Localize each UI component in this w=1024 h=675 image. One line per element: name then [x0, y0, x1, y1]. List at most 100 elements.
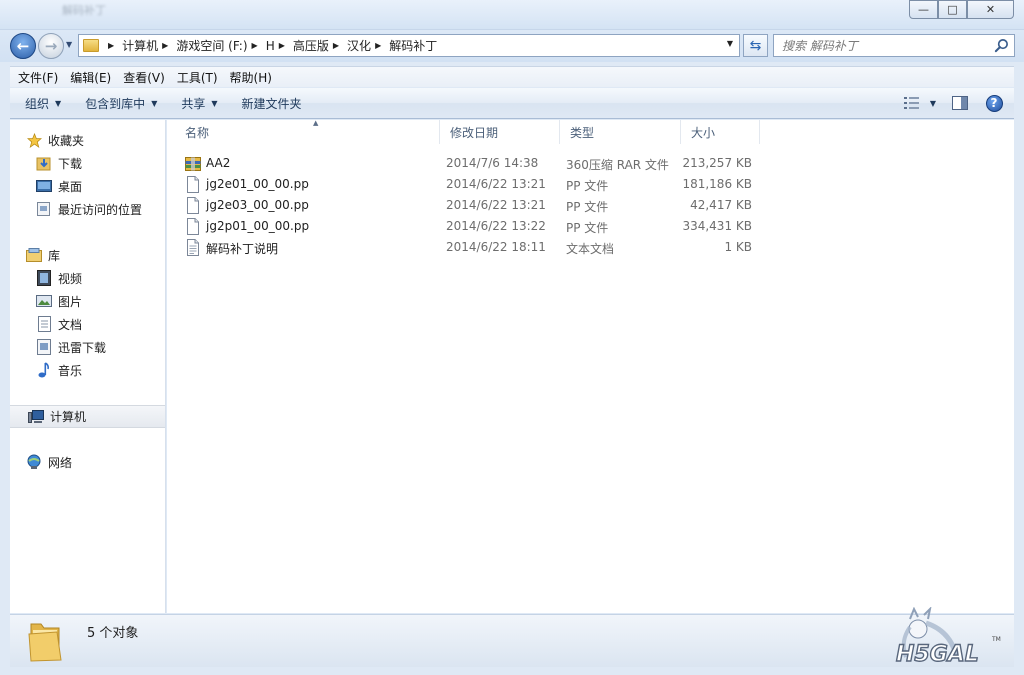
organize-button[interactable]: 组织 ▼: [16, 91, 70, 115]
chevron-down-icon: ▼: [929, 98, 937, 108]
include-in-library-button[interactable]: 包含到库中 ▼: [76, 91, 166, 115]
minimize-button[interactable]: —: [909, 0, 938, 19]
computer-icon: [28, 409, 44, 425]
menu-file[interactable]: 文件(F): [12, 69, 64, 86]
nav-libraries[interactable]: 库: [26, 245, 60, 265]
file-size: 181,186 KB: [682, 177, 752, 191]
nav-favorites[interactable]: 收藏夹: [26, 130, 84, 150]
h5gal-logo: H5GAL TM: [895, 607, 1001, 667]
file-row[interactable]: jg2e01_00_00.pp 2014/6/22 13:21 PP 文件 18…: [179, 174, 759, 195]
folder-icon: [28, 623, 62, 662]
file-size: 1 KB: [724, 240, 752, 254]
nav-documents-label: 文档: [58, 317, 83, 332]
file-type: PP 文件: [566, 221, 609, 235]
breadcrumb-drive[interactable]: 游戏空间 (F:): [176, 37, 247, 54]
column-header-size[interactable]: 大小: [681, 120, 760, 144]
file-row[interactable]: jg2e03_00_00.pp 2014/6/22 13:21 PP 文件 42…: [179, 195, 759, 216]
picture-icon: [36, 293, 52, 309]
svg-text:TM: TM: [991, 636, 1001, 643]
breadcrumb-h[interactable]: H: [266, 39, 275, 53]
refresh-icon: ⇆: [749, 37, 762, 54]
folder-icon: [83, 39, 99, 52]
search-icon[interactable]: [994, 38, 1009, 53]
new-folder-button[interactable]: 新建文件夹: [233, 91, 311, 115]
file-modified: 2014/6/22 13:21: [446, 198, 546, 212]
nav-recent-places[interactable]: 最近访问的位置: [36, 199, 142, 219]
help-icon: ?: [985, 94, 1003, 112]
file-row[interactable]: jg2p01_00_00.pp 2014/6/22 13:22 PP 文件 33…: [179, 216, 759, 237]
file-modified: 2014/6/22 13:21: [446, 177, 546, 191]
column-name-label: 名称: [185, 125, 210, 140]
chevron-right-icon[interactable]: ▶: [333, 41, 339, 50]
file-type: PP 文件: [566, 179, 609, 193]
toolbar-right: ▼ ?: [894, 91, 1008, 115]
share-button[interactable]: 共享 ▼: [172, 91, 226, 115]
file-row[interactable]: AA2 2014/7/6 14:38 360压缩 RAR 文件 213,257 …: [179, 153, 759, 174]
breadcrumb-high-pressure[interactable]: 高压版: [293, 37, 329, 54]
column-type-label: 类型: [570, 125, 595, 140]
recent-pages-dropdown[interactable]: ▼: [66, 40, 72, 49]
file-icon: [187, 218, 199, 235]
nav-pictures[interactable]: 图片: [36, 291, 82, 311]
search-input[interactable]: [782, 38, 982, 53]
breadcrumb-localization[interactable]: 汉化: [347, 37, 371, 54]
maximize-button[interactable]: □: [938, 0, 967, 19]
title-bar: 解码补丁 — □ ✕: [0, 0, 1024, 30]
menu-view[interactable]: 查看(V): [117, 69, 171, 86]
file-size: 42,417 KB: [690, 198, 752, 212]
back-button[interactable]: ←: [10, 33, 36, 59]
music-note-icon: [36, 362, 52, 378]
file-name: AA2: [206, 156, 231, 170]
nav-computer[interactable]: 计算机: [10, 405, 165, 428]
nav-pictures-label: 图片: [58, 294, 83, 309]
nav-videos[interactable]: 视频: [36, 268, 82, 288]
nav-documents[interactable]: 文档: [36, 314, 82, 334]
video-icon: [36, 270, 52, 286]
forward-button[interactable]: →: [38, 33, 64, 59]
nav-thunder-downloads-label: 迅雷下载: [58, 340, 107, 355]
recent-places-icon: [36, 201, 52, 217]
help-button[interactable]: ?: [980, 91, 1008, 115]
item-count: 5 个对象: [87, 626, 139, 641]
menu-tools[interactable]: 工具(T): [171, 69, 224, 86]
column-header-modified[interactable]: 修改日期: [440, 120, 560, 144]
file-icon: [187, 197, 199, 214]
nav-desktop[interactable]: 桌面: [36, 176, 82, 196]
column-header-name[interactable]: 名称 ▲: [175, 119, 440, 144]
share-label: 共享: [181, 96, 206, 111]
chevron-down-icon: ▼: [211, 98, 218, 108]
address-dropdown-icon[interactable]: ▼: [727, 39, 733, 48]
close-button[interactable]: ✕: [967, 0, 1014, 19]
chevron-right-icon[interactable]: ▶: [108, 41, 114, 50]
nav-recent-places-label: 最近访问的位置: [58, 202, 143, 217]
search-box[interactable]: [773, 34, 1015, 57]
chevron-right-icon[interactable]: ▶: [162, 41, 168, 50]
nav-favorites-label: 收藏夹: [48, 133, 85, 148]
address-bar[interactable]: ▶ 计算机 ▶ 游戏空间 (F:) ▶ H ▶ 高压版 ▶ 汉化 ▶ 解码补丁 …: [78, 34, 740, 57]
document-icon: [36, 316, 52, 332]
column-header-type[interactable]: 类型: [560, 120, 681, 144]
nav-network[interactable]: 网络: [26, 452, 72, 472]
chevron-down-icon: ▼: [151, 98, 158, 108]
text-document-icon: [187, 239, 199, 256]
column-size-label: 大小: [691, 125, 716, 140]
nav-downloads[interactable]: 下载: [36, 153, 82, 173]
menu-help[interactable]: 帮助(H): [224, 69, 278, 86]
nav-music[interactable]: 音乐: [36, 360, 82, 380]
menu-edit[interactable]: 编辑(E): [64, 69, 117, 86]
chevron-right-icon[interactable]: ▶: [375, 41, 381, 50]
chevron-right-icon[interactable]: ▶: [252, 41, 258, 50]
back-arrow-icon: ←: [16, 37, 30, 55]
desktop-icon: [36, 178, 52, 194]
rar-archive-icon: [185, 157, 201, 171]
chevron-right-icon[interactable]: ▶: [279, 41, 285, 50]
breadcrumb-computer[interactable]: 计算机: [122, 37, 158, 54]
file-size: 334,431 KB: [682, 219, 752, 233]
nav-thunder-downloads[interactable]: 迅雷下载: [36, 337, 106, 357]
breadcrumb-current[interactable]: 解码补丁: [389, 37, 437, 54]
file-row[interactable]: 解码补丁说明 2014/6/22 18:11 文本文档 1 KB: [179, 237, 759, 258]
view-options-button[interactable]: ▼: [900, 91, 940, 115]
refresh-button[interactable]: ⇆: [743, 34, 768, 57]
window-title: 解码补丁: [62, 4, 106, 17]
preview-pane-button[interactable]: [946, 91, 974, 115]
